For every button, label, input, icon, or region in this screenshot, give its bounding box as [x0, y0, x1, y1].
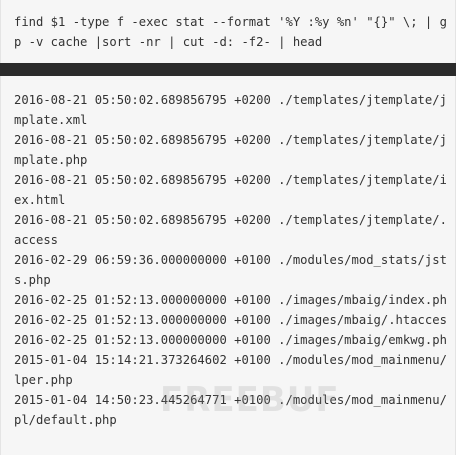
output-line: 2016-02-25 01:52:13.000000000 +0100 ./im… — [14, 293, 446, 307]
output-lines: 2016-08-21 05:50:02.689856795 +0200 ./te… — [14, 90, 446, 430]
output-line: 2015-01-04 14:50:23.445264771 +0100 ./mo… — [14, 393, 446, 407]
command-lines: find $1 -type f -exec stat --format '%Y … — [14, 12, 446, 52]
output-line: ex.html — [14, 193, 66, 207]
output-line: s.php — [14, 273, 51, 287]
output-line: pl/default.php — [14, 413, 117, 427]
output-line: mplate.xml — [14, 113, 88, 127]
page: find $1 -type f -exec stat --format '%Y … — [0, 0, 456, 455]
command-line: find $1 -type f -exec stat --format '%Y … — [14, 15, 446, 29]
output-line: 2016-02-25 01:52:13.000000000 +0100 ./im… — [14, 333, 446, 347]
command-line: p -v cache |sort -nr | cut -d: -f2- | he… — [14, 35, 323, 49]
output-line: 2015-01-04 15:14:21.373264602 +0100 ./mo… — [14, 353, 446, 367]
output-line: 2016-08-21 05:50:02.689856795 +0200 ./te… — [14, 213, 446, 227]
output-line: lper.php — [14, 373, 73, 387]
command-code-block: find $1 -type f -exec stat --format '%Y … — [0, 0, 456, 63]
output-line: mplate.php — [14, 153, 88, 167]
output-line: 2016-08-21 05:50:02.689856795 +0200 ./te… — [14, 93, 446, 107]
output-line: 2016-08-21 05:50:02.689856795 +0200 ./te… — [14, 173, 446, 187]
output-line: 2016-02-25 01:52:13.000000000 +0100 ./im… — [14, 313, 446, 327]
output-code-block: 2016-08-21 05:50:02.689856795 +0200 ./te… — [0, 76, 456, 455]
output-line: access — [14, 233, 59, 247]
output-line: 2016-02-29 06:59:36.000000000 +0100 ./mo… — [14, 253, 446, 267]
output-line: 2016-08-21 05:50:02.689856795 +0200 ./te… — [14, 133, 446, 147]
code-block-separator — [0, 63, 456, 76]
